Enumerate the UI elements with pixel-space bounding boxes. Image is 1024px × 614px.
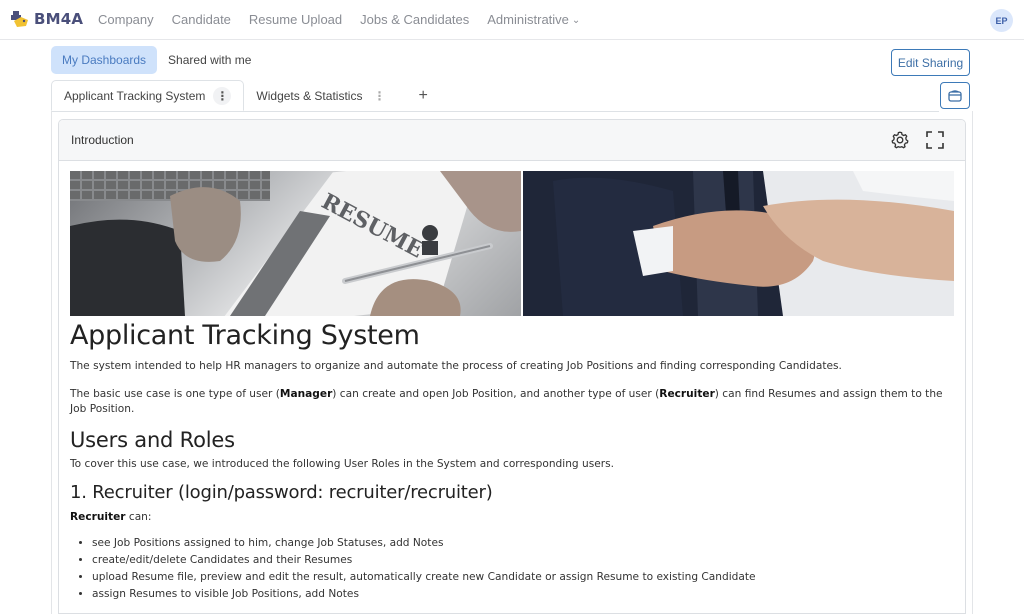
add-tab-button[interactable]: + bbox=[400, 80, 441, 111]
user-avatar[interactable]: EP bbox=[990, 9, 1013, 32]
dashboard-tabs: Applicant Tracking System ⋮ Widgets & St… bbox=[51, 80, 442, 111]
doc-paragraph-intro: The system intended to help HR managers … bbox=[70, 360, 842, 372]
kebab-icon[interactable]: ⋮ bbox=[213, 86, 232, 105]
introduction-widget: Introduction RESUME Applicant Tracking S… bbox=[58, 119, 966, 614]
nav-resume-upload[interactable]: Resume Upload bbox=[249, 12, 342, 27]
doc-heading-recruiter: 1. Recruiter (login/password: recruiter/… bbox=[70, 482, 493, 503]
shared-with-me-button[interactable]: Shared with me bbox=[157, 46, 262, 74]
bold-recruiter: Recruiter bbox=[70, 511, 126, 523]
fullscreen-icon[interactable] bbox=[925, 130, 945, 150]
widget-body: RESUME Applicant Tracking System The sys… bbox=[70, 171, 955, 603]
nav-administrative[interactable]: Administrative ⌄ bbox=[487, 12, 580, 27]
bold-recruiter: Recruiter bbox=[659, 388, 715, 400]
kebab-icon[interactable]: ⋮ bbox=[370, 87, 388, 105]
main-nav: Company Candidate Resume Upload Jobs & C… bbox=[98, 12, 598, 27]
collapse-widgets-button[interactable] bbox=[940, 82, 970, 109]
tab-label: Widgets & Statistics bbox=[256, 88, 363, 103]
tab-widgets-statistics[interactable]: Widgets & Statistics ⋮ bbox=[244, 80, 400, 111]
recruiter-permissions-list: see Job Positions assigned to him, chang… bbox=[92, 535, 955, 603]
nav-jobs-candidates[interactable]: Jobs & Candidates bbox=[360, 12, 469, 27]
nav-administrative-label: Administrative bbox=[487, 12, 569, 27]
list-item: assign Resumes to visible Job Positions,… bbox=[92, 586, 955, 603]
nav-candidate[interactable]: Candidate bbox=[172, 12, 231, 27]
window-icon bbox=[948, 89, 962, 102]
resume-paper-photo: RESUME bbox=[70, 171, 521, 316]
brand-logo-link[interactable]: BM4A bbox=[10, 9, 83, 29]
text-span: can: bbox=[125, 511, 152, 523]
my-dashboards-button[interactable]: My Dashboards bbox=[51, 46, 158, 74]
nav-company[interactable]: Company bbox=[98, 12, 154, 27]
widget-title: Introduction bbox=[71, 133, 134, 147]
doc-paragraph-use-case: The basic use case is one type of user (… bbox=[70, 387, 955, 417]
list-item: create/edit/delete Candidates and their … bbox=[92, 552, 955, 569]
handshake-photo bbox=[523, 171, 954, 316]
list-item: see Job Positions assigned to him, chang… bbox=[92, 535, 955, 552]
doc-title: Applicant Tracking System bbox=[70, 320, 420, 351]
doc-paragraph-recruiter-can: Recruiter can: bbox=[70, 510, 955, 525]
banner-images: RESUME bbox=[70, 171, 954, 316]
chevron-down-icon: ⌄ bbox=[571, 15, 581, 26]
doc-paragraph-roles: To cover this use case, we introduced th… bbox=[70, 458, 615, 470]
bold-manager: Manager bbox=[279, 388, 333, 400]
list-item: upload Resume file, preview and edit the… bbox=[92, 569, 955, 586]
gear-icon[interactable] bbox=[890, 130, 910, 150]
edit-sharing-button[interactable]: Edit Sharing bbox=[891, 49, 970, 76]
dashboard-switcher: My Dashboards Shared with me bbox=[51, 46, 262, 74]
widget-header: Introduction bbox=[59, 120, 965, 161]
top-navbar: BM4A Company Candidate Resume Upload Job… bbox=[0, 0, 1024, 40]
tab-label: Applicant Tracking System bbox=[64, 88, 206, 103]
brand-name: BM4A bbox=[34, 10, 84, 28]
bm4a-logo-icon bbox=[11, 11, 28, 27]
tab-applicant-tracking-system[interactable]: Applicant Tracking System ⋮ bbox=[51, 80, 245, 111]
text-span: ) can create and open Job Position, and … bbox=[332, 388, 660, 400]
text-span: The basic use case is one type of user ( bbox=[70, 388, 280, 400]
doc-heading-users-roles: Users and Roles bbox=[70, 428, 235, 452]
